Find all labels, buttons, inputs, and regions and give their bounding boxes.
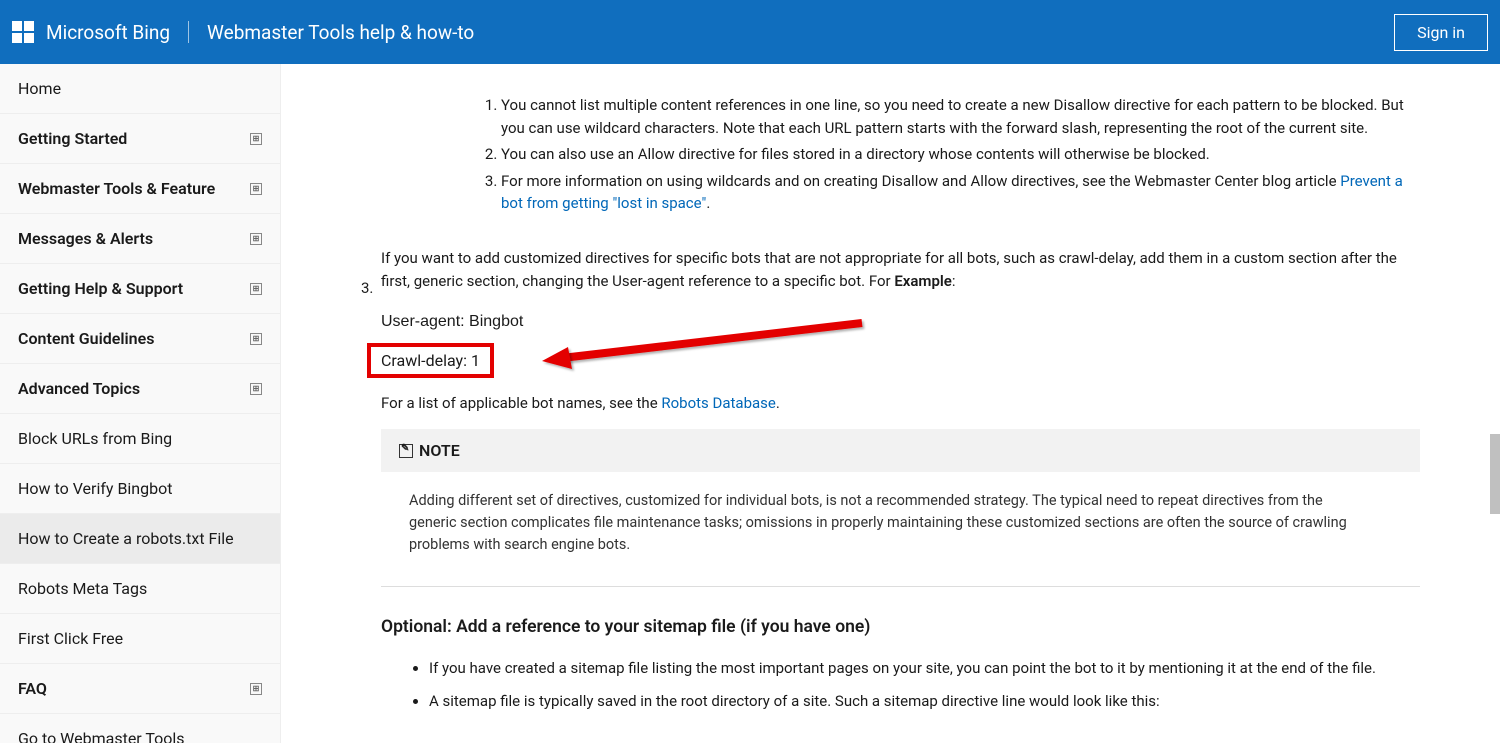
list-item: For more information on using wildcards …: [501, 170, 1420, 215]
sidebar-item-label: Messages & Alerts: [18, 229, 153, 248]
list-text: You cannot list multiple content referen…: [501, 96, 1404, 137]
divider: [188, 21, 189, 43]
horizontal-rule: [381, 586, 1420, 587]
note-edit-icon: [399, 444, 413, 458]
expand-icon[interactable]: ⊞: [250, 333, 262, 345]
sidebar-item-label: How to Create a robots.txt File: [18, 529, 234, 548]
expand-icon[interactable]: ⊞: [250, 283, 262, 295]
expand-icon[interactable]: ⊞: [250, 683, 262, 695]
list-text: You can also use an Allow directive for …: [501, 145, 1210, 163]
list-item: If you have created a sitemap file listi…: [429, 657, 1420, 680]
top-bar: Microsoft Bing Webmaster Tools help & ho…: [0, 0, 1500, 64]
sidebar-item-getting-help-support[interactable]: Getting Help & Support ⊞: [0, 264, 280, 314]
robots-db-text: For a list of applicable bot names, see …: [381, 392, 1420, 415]
sidebar-item-content-guidelines[interactable]: Content Guidelines ⊞: [0, 314, 280, 364]
note-body: Adding different set of directives, cust…: [409, 490, 1372, 555]
bullet-list: If you have created a sitemap file listi…: [381, 657, 1420, 714]
sidebar-item-faq[interactable]: FAQ ⊞: [0, 664, 280, 714]
sub-ordered-list: You cannot list multiple content referen…: [381, 94, 1420, 215]
crawl-delay-highlight: Crawl-delay: 1: [367, 343, 494, 378]
sidebar-item-how-to-verify-bingbot[interactable]: How to Verify Bingbot: [0, 464, 280, 514]
annotation-arrow-icon: [542, 313, 882, 373]
optional-section-heading: Optional: Add a reference to your sitema…: [381, 617, 1420, 637]
microsoft-logo-icon: [12, 21, 34, 43]
sidebar-item-first-click-free[interactable]: First Click Free: [0, 614, 280, 664]
top-bar-left: Microsoft Bing Webmaster Tools help & ho…: [12, 21, 474, 44]
sidebar-item-label: Getting Help & Support: [18, 279, 183, 298]
layout: HomeGetting Started⊞Webmaster Tools & Fe…: [0, 64, 1500, 743]
sidebar-item-label: Home: [18, 79, 61, 98]
list-number-3: 3.: [361, 279, 373, 297]
sidebar-item-home[interactable]: Home: [0, 64, 280, 114]
expand-icon[interactable]: ⊞: [250, 133, 262, 145]
list-text: For more information on using wildcards …: [501, 172, 1340, 190]
list-item: You can also use an Allow directive for …: [501, 143, 1420, 166]
sidebar-item-label: How to Verify Bingbot: [18, 479, 172, 498]
sidebar-item-label: Block URLs from Bing: [18, 429, 172, 448]
note-label: NOTE: [419, 441, 460, 460]
expand-icon[interactable]: ⊞: [250, 233, 262, 245]
sidebar-item-advanced-topics[interactable]: Advanced Topics ⊞: [0, 364, 280, 414]
sidebar-item-getting-started[interactable]: Getting Started ⊞: [0, 114, 280, 164]
note-header: NOTE: [381, 429, 1420, 472]
page-title[interactable]: Webmaster Tools help & how-to: [207, 21, 474, 44]
sidebar-item-label: Webmaster Tools & Feature: [18, 179, 215, 198]
sidebar-item-robots-meta-tags[interactable]: Robots Meta Tags: [0, 564, 280, 614]
brand-text[interactable]: Microsoft Bing: [46, 21, 170, 44]
sidebar-item-label: Getting Started: [18, 129, 127, 148]
sidebar-item-label: First Click Free: [18, 629, 123, 648]
sidebar-item-label: Content Guidelines: [18, 329, 154, 348]
sidebar: HomeGetting Started⊞Webmaster Tools & Fe…: [0, 64, 281, 743]
sidebar-item-how-to-create-a-robots-txt-file[interactable]: How to Create a robots.txt File: [0, 514, 280, 564]
code-user-agent: User-agent: Bingbot: [381, 313, 1420, 331]
scrollbar-thumb[interactable]: [1490, 434, 1500, 514]
main-content: You cannot list multiple content referen…: [281, 64, 1500, 743]
sign-in-button[interactable]: Sign in: [1394, 14, 1488, 51]
sidebar-item-block-urls-from-bing[interactable]: Block URLs from Bing: [0, 414, 280, 464]
sidebar-item-label: FAQ: [18, 679, 47, 698]
sidebar-item-label: Advanced Topics: [18, 379, 140, 398]
sidebar-item-label: Go to Webmaster Tools: [18, 729, 185, 743]
sidebar-item-webmaster-tools-feature[interactable]: Webmaster Tools & Feature ⊞: [0, 164, 280, 214]
sidebar-item-messages-alerts[interactable]: Messages & Alerts ⊞: [0, 214, 280, 264]
item-3-text: If you want to add customized directives…: [381, 247, 1420, 294]
sidebar-item-label: Robots Meta Tags: [18, 579, 147, 598]
list-item: A sitemap file is typically saved in the…: [429, 690, 1420, 713]
expand-icon[interactable]: ⊞: [250, 383, 262, 395]
sidebar-item-go-to-webmaster-tools[interactable]: Go to Webmaster Tools: [0, 714, 280, 743]
robots-database-link[interactable]: Robots Database: [661, 394, 776, 412]
list-item: You cannot list multiple content referen…: [501, 94, 1420, 139]
expand-icon[interactable]: ⊞: [250, 183, 262, 195]
